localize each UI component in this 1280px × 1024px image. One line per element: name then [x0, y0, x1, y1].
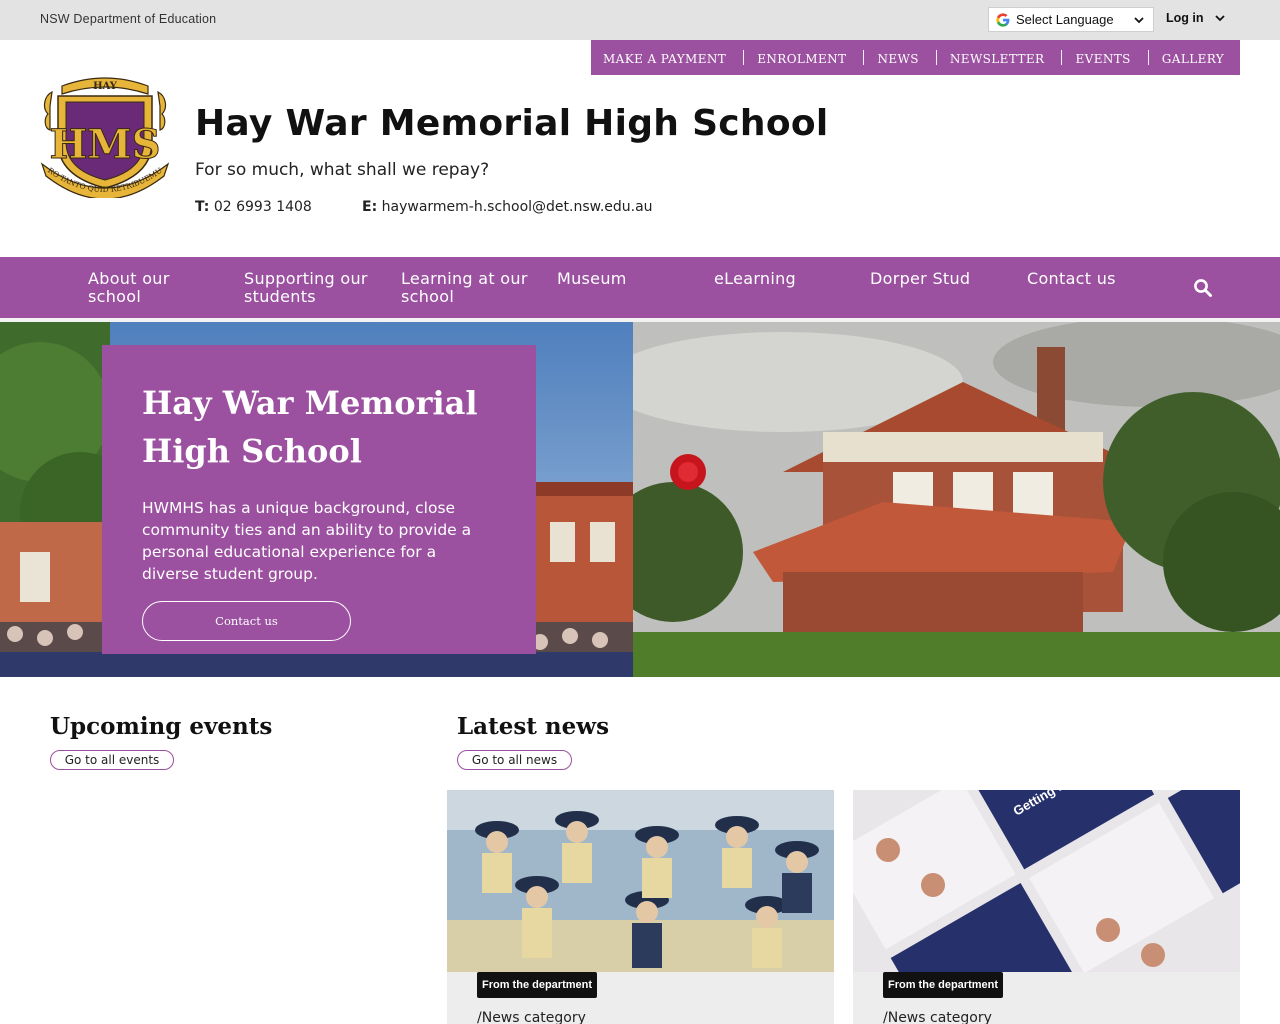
quick-link-newsletter[interactable]: NEWSLETTER — [950, 49, 1045, 66]
quick-link-gallery[interactable]: GALLERY — [1162, 49, 1224, 66]
all-events-link[interactable]: Go to all events — [50, 750, 174, 770]
department-name: NSW Department of Education — [40, 12, 217, 26]
news-category: /News category — [477, 1010, 586, 1024]
search-icon[interactable] — [1193, 278, 1213, 298]
school-name: Hay War Memorial High School — [195, 103, 829, 144]
nav-item-about-our-school[interactable]: About our school — [88, 270, 228, 306]
quick-link-news[interactable]: NEWS — [877, 49, 918, 66]
news-image-students-celebrating — [447, 790, 834, 972]
news-card[interactable]: From the department /News category — [447, 790, 834, 1024]
nav-item-supporting-our-students[interactable]: Supporting our students — [244, 270, 384, 306]
login-label: Log in — [1166, 11, 1204, 25]
news-category: /News category — [883, 1010, 992, 1024]
nav-item-elearning[interactable]: eLearning — [714, 270, 854, 288]
divider — [743, 50, 745, 65]
utility-bar: NSW Department of Education Select Langu… — [0, 0, 1280, 40]
hero-card: Hay War Memorial High School HWMHS has a… — [102, 345, 536, 654]
crest-top-text: HAY — [93, 81, 118, 92]
crest-letters: HMS — [50, 121, 161, 168]
hero-contact-button[interactable]: Contact us — [142, 601, 351, 641]
chevron-down-icon — [1214, 15, 1225, 22]
divider — [935, 50, 937, 65]
latest-news-title: Latest news — [457, 713, 610, 740]
google-g-icon — [996, 12, 1010, 27]
hero-photo-heritage-building — [633, 322, 1280, 677]
email-label: E: — [362, 199, 378, 215]
email-link[interactable]: haywarmem-h.school@det.nsw.edu.au — [382, 199, 653, 215]
divider — [863, 50, 865, 65]
quick-link-events[interactable]: EVENTS — [1075, 49, 1130, 66]
nav-item-learning-at-our-school[interactable]: Learning at our school — [401, 270, 541, 306]
main-nav: About our school Supporting our students… — [0, 257, 1280, 318]
hero-description: HWMHS has a unique background, close com… — [142, 499, 472, 583]
all-news-link[interactable]: Go to all news — [457, 750, 572, 770]
language-select[interactable]: Select Language — [988, 7, 1154, 32]
nav-item-museum[interactable]: Museum — [557, 270, 697, 288]
divider — [1061, 50, 1063, 65]
quick-links-bar: MAKE A PAYMENT ENROLMENT NEWS NEWSLETTER… — [591, 40, 1240, 75]
nav-item-contact-us[interactable]: Contact us — [1027, 270, 1167, 288]
news-tag: From the department — [883, 972, 1004, 998]
school-crest-logo[interactable]: HAY HMS PRO TANTO QUID RETRIBUEMUS — [40, 72, 170, 198]
phone-link[interactable]: 02 6993 1408 — [214, 199, 312, 215]
news-tag: From the department — [477, 972, 598, 998]
language-select-label: Select Language — [1016, 12, 1114, 27]
phone-label: T: — [195, 199, 210, 215]
school-motto: For so much, what shall we repay? — [195, 160, 490, 180]
phone-contact: T: 02 6993 1408 — [195, 199, 312, 215]
quick-link-make-a-payment[interactable]: MAKE A PAYMENT — [603, 49, 726, 66]
chevron-down-icon — [1134, 16, 1144, 23]
hero-title: Hay War Memorial High School — [142, 384, 478, 470]
nav-item-dorper-stud[interactable]: Dorper Stud — [870, 270, 1010, 288]
email-contact: E: haywarmem-h.school@det.nsw.edu.au — [362, 199, 653, 215]
quick-link-enrolment[interactable]: ENROLMENT — [757, 49, 846, 66]
news-card[interactable]: Getting ready for Year 11 & 12 From the … — [853, 790, 1240, 1024]
news-image-year-11-12-booklets: Getting ready for Year 11 & 12 — [853, 790, 1240, 972]
login-button[interactable]: Log in — [1166, 11, 1226, 25]
divider — [1147, 50, 1149, 65]
upcoming-events-title: Upcoming events — [50, 713, 273, 740]
